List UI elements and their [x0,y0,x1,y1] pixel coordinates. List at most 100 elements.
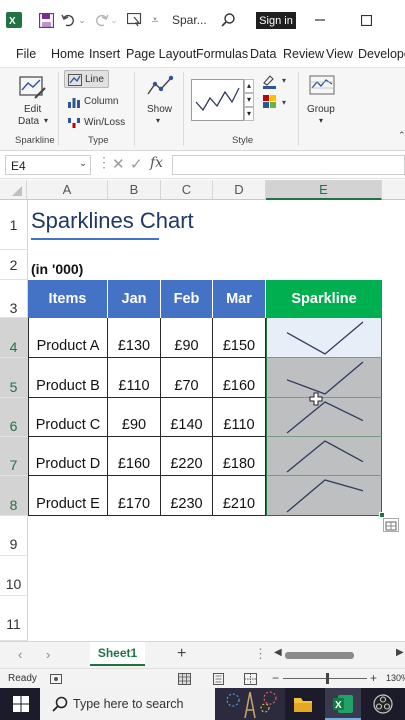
scroll-right-icon[interactable]: ▶ [396,647,404,658]
cell-jan-row1[interactable]: £130 [108,318,161,358]
cell-sparkline-row1[interactable] [266,318,382,358]
cell-jan-row4[interactable]: £160 [108,437,161,476]
cell-sparkline-row2[interactable] [266,358,382,398]
row-header-11[interactable]: 11 [0,596,27,641]
cell-feb-row1[interactable]: £90 [161,318,213,358]
tab-file[interactable]: File [16,47,36,61]
cell-item-row5[interactable]: Product E [28,476,108,516]
taskbar-search-box[interactable]: Type here to search [40,688,215,720]
tab-insert[interactable]: Insert [89,47,120,61]
sheet-title[interactable]: Sparklines Chart [31,208,194,234]
cell-jan-row3[interactable]: £90 [108,398,161,437]
marker-color-button[interactable]: ▾ [262,94,292,110]
search-icon[interactable] [220,11,236,29]
tab-formulas[interactable]: Formulas [196,47,248,61]
gallery-more-icon[interactable]: ▾ [244,107,254,121]
column-header-c[interactable]: C [161,180,213,200]
cell-sparkline-row3[interactable] [266,398,382,437]
zoom-in-icon[interactable]: + [370,671,377,685]
sparkline-color-button[interactable]: ▾ [262,73,292,89]
column-header-d[interactable]: D [213,180,266,200]
column-header-a[interactable]: A [27,180,108,200]
minimize-icon[interactable] [312,11,328,29]
gallery-scroll-up-icon[interactable]: ▴ [244,79,254,93]
maximize-icon[interactable] [358,11,374,29]
cell-jan-row2[interactable]: £110 [108,358,161,398]
row-header-1[interactable]: 1 [0,200,27,250]
tab-review[interactable]: Review [283,47,324,61]
type-winloss-button[interactable]: Win/Loss [64,114,128,132]
file-explorer-icon[interactable] [293,695,313,718]
row-header-8[interactable]: 8 [0,476,27,516]
row-header-9[interactable]: 9 [0,516,27,556]
row-header-4[interactable]: 4 [0,318,27,358]
tab-data[interactable]: Data [250,47,276,61]
row-header-2[interactable]: 2 [0,250,27,280]
sign-in-button[interactable]: Sign in [256,12,296,29]
cell-mar-row1[interactable]: £150 [213,318,266,358]
group-button[interactable]: Group ▾ [305,74,341,132]
cell-item-row4[interactable]: Product D [28,437,108,476]
obs-studio-icon[interactable] [373,694,393,719]
cell-jan-row5[interactable]: £170 [108,476,161,516]
add-sheet-icon[interactable]: + [177,645,186,663]
undo-dropdown-icon[interactable]: ⌄ [78,11,86,29]
cell-mar-row3[interactable]: £110 [213,398,266,437]
more-options-icon[interactable]: ⋮ [97,154,111,171]
header-items[interactable]: Items [28,280,108,318]
cell-mar-row5[interactable]: £210 [213,476,266,516]
header-sparkline[interactable]: Sparkline [266,280,382,318]
cell-sparkline-row4[interactable] [266,437,382,476]
cell-feb-row5[interactable]: £230 [161,476,213,516]
cell-mar-row4[interactable]: £180 [213,437,266,476]
cancel-entry-icon[interactable]: ✕ [112,155,125,173]
redo-dropdown-icon[interactable]: ⌄ [110,11,118,29]
name-box[interactable]: E4 ⌄ [5,155,91,175]
header-mar[interactable]: Mar [213,280,266,318]
cell-item-row1[interactable]: Product A [28,318,108,358]
tab-page-layout[interactable]: Page Layout [126,47,196,61]
tab-view[interactable]: View [326,47,353,61]
scroll-left-icon[interactable]: ◀ [274,647,282,658]
row-header-7[interactable]: 7 [0,437,27,476]
cell-feb-row2[interactable]: £70 [161,358,213,398]
windows-start-icon[interactable] [13,696,29,717]
cell-mar-row2[interactable]: £160 [213,358,266,398]
prev-sheet-icon[interactable]: ‹ [18,647,22,662]
type-column-button[interactable]: Column [64,93,124,111]
select-all-corner[interactable] [0,180,27,200]
name-box-dropdown-icon[interactable]: ⌄ [79,158,87,169]
sheet-subtitle[interactable]: (in '000) [31,261,83,277]
zoom-slider-thumb[interactable] [326,673,329,684]
confirm-entry-icon[interactable]: ✓ [130,155,143,173]
cell-item-row3[interactable]: Product C [28,398,108,437]
zoom-slider-track[interactable] [283,678,367,679]
cell-sparkline-row5[interactable] [266,476,382,516]
tab-home[interactable]: Home [51,47,84,61]
cell-feb-row3[interactable]: £140 [161,398,213,437]
cell-feb-row4[interactable]: £220 [161,437,213,476]
column-header-f[interactable] [382,180,405,200]
row-header-3[interactable]: 3 [0,280,27,318]
save-icon[interactable] [38,11,54,29]
zoom-level[interactable]: 130% [386,673,405,683]
show-button[interactable]: Show ▾ [142,74,178,132]
cell-item-row2[interactable]: Product B [28,358,108,398]
gallery-scroll-down-icon[interactable]: ▾ [244,93,254,107]
header-jan[interactable]: Jan [108,280,161,318]
tab-developer[interactable]: Develope [358,47,405,61]
header-feb[interactable]: Feb [161,280,213,318]
horizontal-scrollbar-thumb[interactable] [285,652,354,659]
type-line-button[interactable]: Line [64,70,109,88]
insert-function-icon[interactable]: fx [150,155,163,171]
taskbar-excel-button[interactable]: X [325,688,361,720]
formula-input[interactable] [172,155,405,175]
customize-qat-icon[interactable]: ⩡ [148,11,162,29]
edit-data-button[interactable]: Edit Data ▾ [14,74,52,132]
present-icon[interactable] [126,11,142,29]
column-header-b[interactable]: B [108,180,161,200]
row-header-10[interactable]: 10 [0,556,27,596]
row-header-5[interactable]: 5 [0,358,27,398]
tab-options-icon[interactable]: ⋮ [254,646,267,662]
zoom-out-icon[interactable]: − [272,671,279,685]
